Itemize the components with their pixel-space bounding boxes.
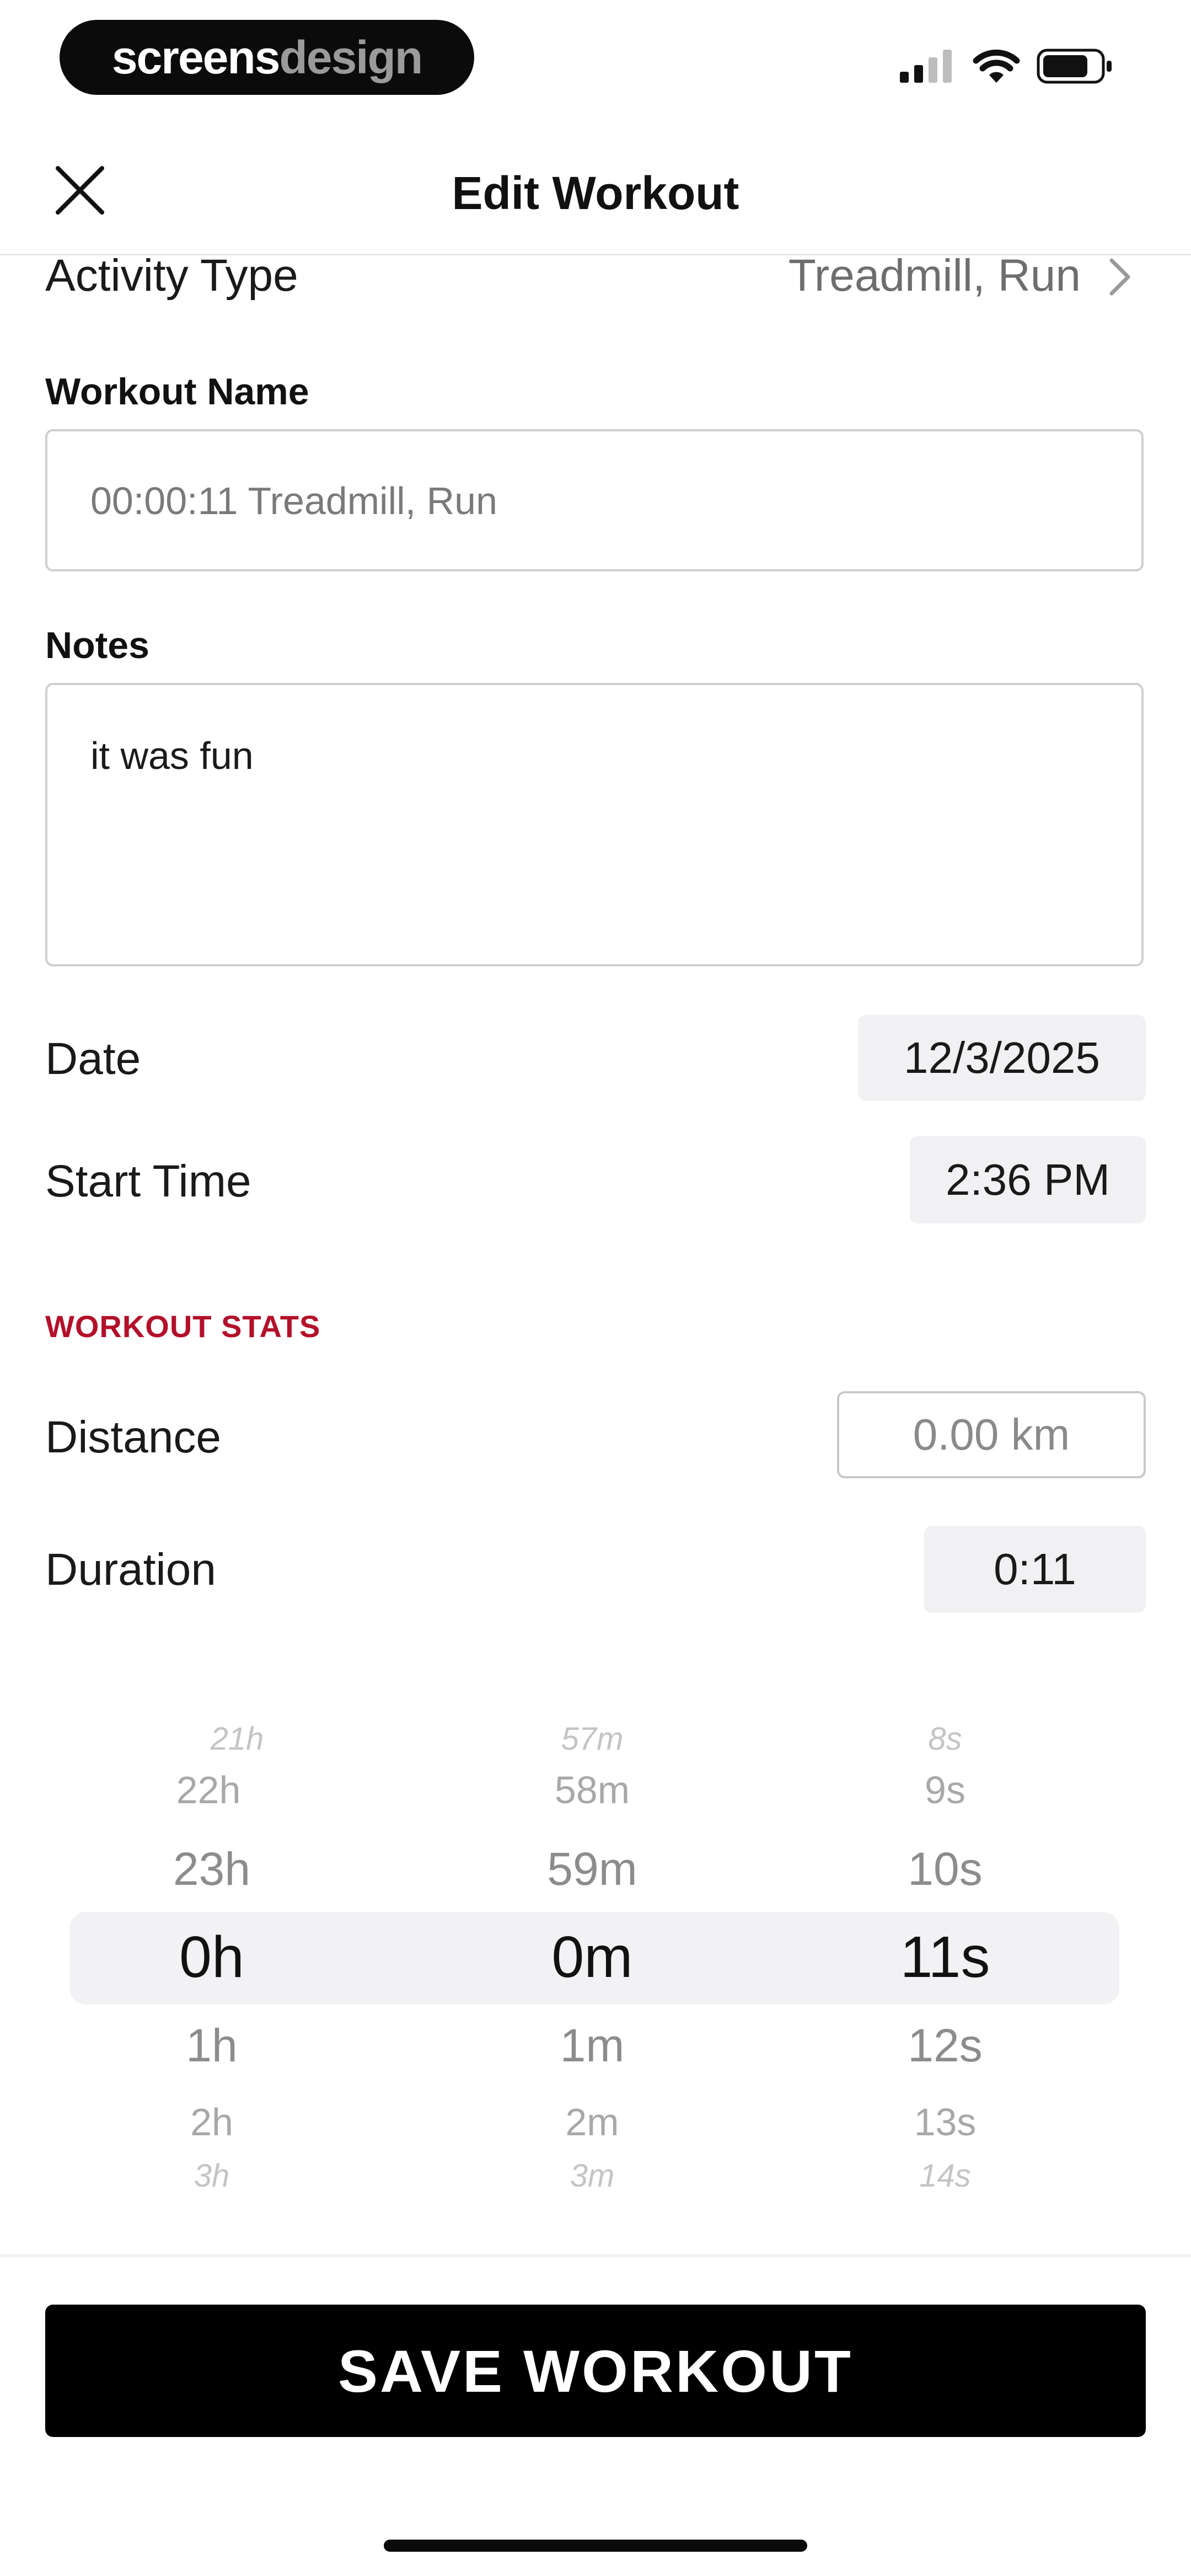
hour-option: 23h bbox=[173, 1843, 251, 1895]
distance-label: Distance bbox=[45, 1412, 222, 1462]
distance-input[interactable]: 0.00 km bbox=[837, 1391, 1146, 1478]
workout-stats-heading: WORKOUT STATS bbox=[45, 1309, 321, 1344]
minute-option: 57m bbox=[561, 1721, 624, 1757]
hour-option: 2h bbox=[190, 2101, 233, 2144]
wifi-icon bbox=[973, 49, 1020, 83]
date-label: Date bbox=[45, 1034, 141, 1084]
date-picker-button[interactable]: 12/3/2025 bbox=[858, 1015, 1146, 1101]
minute-option: 1m bbox=[560, 2019, 625, 2071]
hours-wheel[interactable]: 21h 22h 23h 0h 1h 2h 3h bbox=[99, 1704, 375, 2212]
second-option: 13s bbox=[914, 2101, 977, 2144]
hour-option: 21h bbox=[210, 1721, 264, 1757]
notes-label: Notes bbox=[45, 624, 149, 666]
duration-picker-button[interactable]: 0:11 bbox=[924, 1526, 1146, 1613]
workout-name-value: 00:00:11 Treadmill, Run bbox=[90, 479, 498, 522]
workout-name-field[interactable]: 00:00:11 Treadmill, Run bbox=[45, 429, 1144, 571]
workout-name-label: Workout Name bbox=[45, 371, 309, 413]
start-time-picker-button[interactable]: 2:36 PM bbox=[910, 1136, 1146, 1223]
minute-option: 58m bbox=[554, 1768, 630, 1811]
second-option: 14s bbox=[919, 2158, 971, 2194]
second-option: 10s bbox=[908, 1843, 983, 1895]
hour-option: 1h bbox=[186, 2019, 238, 2071]
start-time-label: Start Time bbox=[45, 1156, 251, 1206]
home-indicator bbox=[384, 2540, 807, 2552]
minute-option-selected: 0m bbox=[551, 1925, 633, 1990]
minute-option: 3m bbox=[570, 2158, 615, 2194]
hour-option-selected: 0h bbox=[179, 1925, 244, 1990]
second-option: 9s bbox=[925, 1768, 965, 1811]
second-option-selected: 11s bbox=[900, 1925, 990, 1990]
notes-field[interactable]: it was fun bbox=[45, 683, 1144, 966]
brand-logo: screensdesign bbox=[60, 20, 474, 95]
second-option: 12s bbox=[908, 2019, 983, 2071]
notes-value: it was fun bbox=[90, 734, 254, 777]
minute-option: 2m bbox=[565, 2101, 619, 2144]
brand-text-primary: screens bbox=[111, 31, 281, 83]
hour-option: 22h bbox=[176, 1768, 241, 1811]
page-title: Edit Workout bbox=[452, 167, 739, 219]
cellular-signal-icon bbox=[900, 50, 952, 83]
hour-option: 3h bbox=[194, 2158, 230, 2194]
seconds-wheel[interactable]: 8s 9s 10s 11s 12s 13s 14s bbox=[807, 1704, 1083, 2212]
minute-option: 59m bbox=[547, 1843, 637, 1895]
duration-label: Duration bbox=[45, 1544, 216, 1595]
activity-type-value: Treadmill, Run bbox=[788, 250, 1081, 301]
brand-text-secondary: design bbox=[279, 31, 423, 83]
activity-type-row[interactable]: Activity Type Treadmill, Run bbox=[0, 248, 1191, 309]
footer-divider bbox=[0, 2254, 1191, 2257]
minutes-wheel[interactable]: 57m 58m 59m 0m 1m 2m 3m bbox=[454, 1704, 730, 2212]
battery-icon bbox=[1037, 49, 1112, 84]
second-option: 8s bbox=[928, 1721, 962, 1757]
activity-type-label: Activity Type bbox=[45, 250, 298, 301]
chevron-right-icon bbox=[1109, 258, 1130, 296]
save-workout-button[interactable]: SAVE WORKOUT bbox=[45, 2305, 1146, 2437]
